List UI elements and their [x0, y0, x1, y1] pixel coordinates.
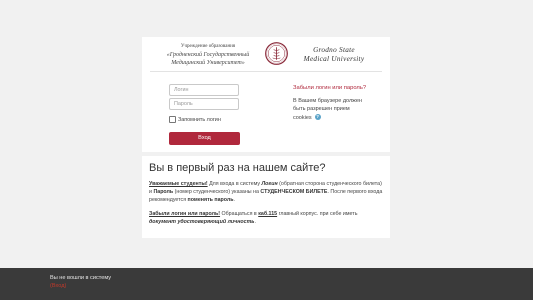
p2-text-1: Обращаться в [220, 211, 259, 217]
password-term: Пароль [153, 189, 174, 196]
p1-text-5: . [233, 197, 235, 204]
login-status: Вы не вошли в систему [50, 275, 112, 281]
university-seal-icon [265, 42, 288, 65]
students-greeting: Уважаемые студенты! [149, 181, 208, 187]
cookies-note: В Вашем браузере должен быть разрешен пр… [293, 97, 368, 122]
cookies-note-text: В Вашем браузере должен быть разрешен пр… [293, 98, 362, 121]
p2-text-3: . [254, 219, 256, 226]
help-icon[interactable]: ? [314, 114, 321, 121]
institution-name-en: Grodno State Medical University [297, 46, 371, 64]
student-card-term: СТУДЕНЧЕСКОМ БИЛЕТЕ [260, 189, 328, 196]
remember-label: Запомнить логин [178, 116, 221, 123]
remember-login[interactable]: Запомнить логин [169, 116, 221, 123]
id-document-term: документ удостоверяющий личность [149, 219, 255, 226]
login-button[interactable]: Вход [169, 132, 240, 145]
institution-en-line-1: Grodno State [313, 46, 355, 54]
forgot-instructions: Забыли логин или пароль! Обращаться в ка… [149, 210, 385, 226]
login-input[interactable] [169, 84, 239, 96]
login-term: Логин [261, 181, 278, 187]
institution-en-line-2: Medical University [303, 55, 365, 63]
footer-login-link[interactable]: (Вход) [50, 283, 66, 289]
info-title: Вы в первый раз на нашем сайте? [149, 162, 326, 174]
page-footer [0, 268, 533, 300]
p2-text-2: главный корпус. при себе иметь [277, 211, 358, 217]
forgot-password-link[interactable]: Забыли логин или пароль? [293, 85, 366, 91]
institution-line-2: «Гродненский Государственный [166, 52, 250, 58]
room-number: каб.115 [258, 211, 278, 217]
remember-checkbox[interactable] [169, 116, 176, 123]
p1-text-1: Для входа в систему [207, 181, 262, 187]
institution-line-1: Учреждение образования [180, 44, 236, 49]
p1-text-3: (номер студенческого) указаны на [173, 189, 261, 196]
institution-name-ru: Учреждение образования «Гродненский Госу… [158, 43, 258, 67]
institution-line-3: Медицинский Университет» [171, 60, 245, 66]
forgot-heading: Забыли логин или пароль! [149, 211, 221, 217]
students-instructions: Уважаемые студенты! Для входа в систему … [149, 180, 385, 204]
password-input[interactable] [169, 98, 239, 110]
header-divider [150, 71, 382, 72]
change-password-term: поменять пароль [187, 197, 234, 204]
